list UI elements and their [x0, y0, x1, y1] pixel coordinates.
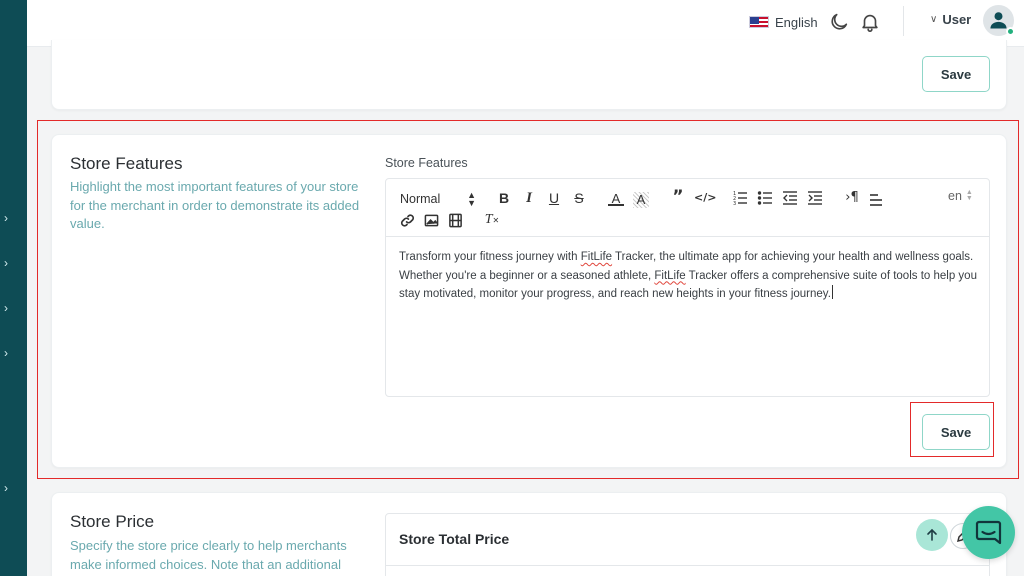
dark-mode-toggle[interactable]: [828, 11, 850, 33]
chevron-right-icon[interactable]: ›: [4, 301, 16, 315]
language-value: en: [948, 189, 962, 203]
arrow-up-icon: [927, 528, 937, 541]
sidebar: › › › › ›: [0, 0, 27, 576]
language-label: English: [775, 14, 818, 30]
image-icon[interactable]: [423, 213, 439, 229]
chevron-right-icon[interactable]: ›: [4, 346, 16, 360]
field-label: Store Features: [385, 156, 468, 170]
strikethrough-icon[interactable]: S: [571, 190, 587, 206]
save-button[interactable]: Save: [922, 56, 990, 92]
chevron-down-icon: ∨: [930, 14, 938, 25]
bell-icon: [862, 14, 878, 32]
clear-formatting-icon[interactable]: T✕: [484, 212, 500, 228]
ordered-list-icon[interactable]: 123: [732, 190, 748, 207]
online-status-indicator: [1006, 27, 1015, 36]
outdent-icon[interactable]: [782, 190, 798, 206]
editor-toolbar: Normal ▲ ▼ B I U S A A ” </> 123 ›¶ en ▲…: [386, 179, 989, 237]
store-features-card: Store Features Highlight the most import…: [51, 134, 1007, 468]
italic-icon[interactable]: I: [521, 190, 537, 206]
panel-divider: [386, 565, 989, 566]
store-price-card: Store Price Specify the store price clea…: [51, 492, 1007, 576]
indent-icon[interactable]: [807, 190, 823, 206]
store-total-price-panel: Store Total Price: [385, 513, 990, 576]
chat-icon: [975, 520, 1002, 545]
save-button[interactable]: Save: [922, 414, 990, 450]
editor-content[interactable]: Transform your fitness journey with FitL…: [399, 248, 979, 304]
user-menu[interactable]: ∨ User: [930, 12, 971, 27]
format-value: Normal: [400, 192, 441, 206]
language-select[interactable]: en ▲ ▼: [948, 189, 973, 203]
language-selector[interactable]: English: [749, 12, 818, 32]
video-icon[interactable]: [447, 213, 463, 229]
code-block-icon[interactable]: </>: [694, 190, 716, 206]
section-description: Highlight the most important features of…: [70, 179, 360, 231]
align-icon[interactable]: [868, 192, 884, 208]
updown-icon: ▲ ▼: [467, 190, 476, 208]
notifications-button[interactable]: [859, 11, 881, 33]
rich-text-editor[interactable]: Normal ▲ ▼ B I U S A A ” </> 123 ›¶ en ▲…: [385, 178, 990, 397]
previous-section-card: Save: [51, 40, 1007, 110]
section-title: Store Features: [70, 154, 183, 173]
section-title: Store Price: [70, 512, 155, 531]
svg-text:3: 3: [733, 201, 736, 206]
content-text: Transform your fitness journey with: [399, 251, 581, 263]
moon-icon: [831, 13, 848, 30]
chat-launcher-button[interactable]: [962, 506, 1015, 559]
content-text: FitLife: [580, 251, 613, 263]
format-select[interactable]: Normal ▲ ▼: [400, 190, 476, 208]
text-color-icon[interactable]: A: [608, 192, 624, 206]
chevron-right-icon[interactable]: ›: [4, 481, 16, 495]
bold-icon[interactable]: B: [496, 190, 512, 206]
header-divider: [903, 6, 904, 36]
blockquote-icon[interactable]: ”: [670, 189, 686, 206]
chevron-right-icon[interactable]: ›: [4, 211, 16, 225]
avatar[interactable]: [983, 5, 1015, 36]
background-color-icon[interactable]: A: [633, 192, 649, 208]
user-label: User: [942, 12, 972, 27]
updown-icon: ▲ ▼: [965, 189, 973, 202]
us-flag-icon: [749, 16, 769, 28]
chevron-right-icon[interactable]: ›: [4, 256, 16, 270]
text-direction-icon[interactable]: ›¶: [844, 190, 860, 206]
text-caret: [831, 285, 833, 299]
underline-icon[interactable]: U: [546, 190, 562, 206]
bullet-list-icon[interactable]: [757, 190, 773, 206]
scroll-to-top-button[interactable]: [916, 519, 948, 551]
link-icon[interactable]: [399, 213, 415, 229]
section-description: Specify the store price clearly to help …: [70, 538, 347, 572]
user-icon: [990, 12, 1007, 29]
panel-title: Store Total Price: [399, 531, 510, 547]
content-text: FitLife: [654, 269, 686, 282]
